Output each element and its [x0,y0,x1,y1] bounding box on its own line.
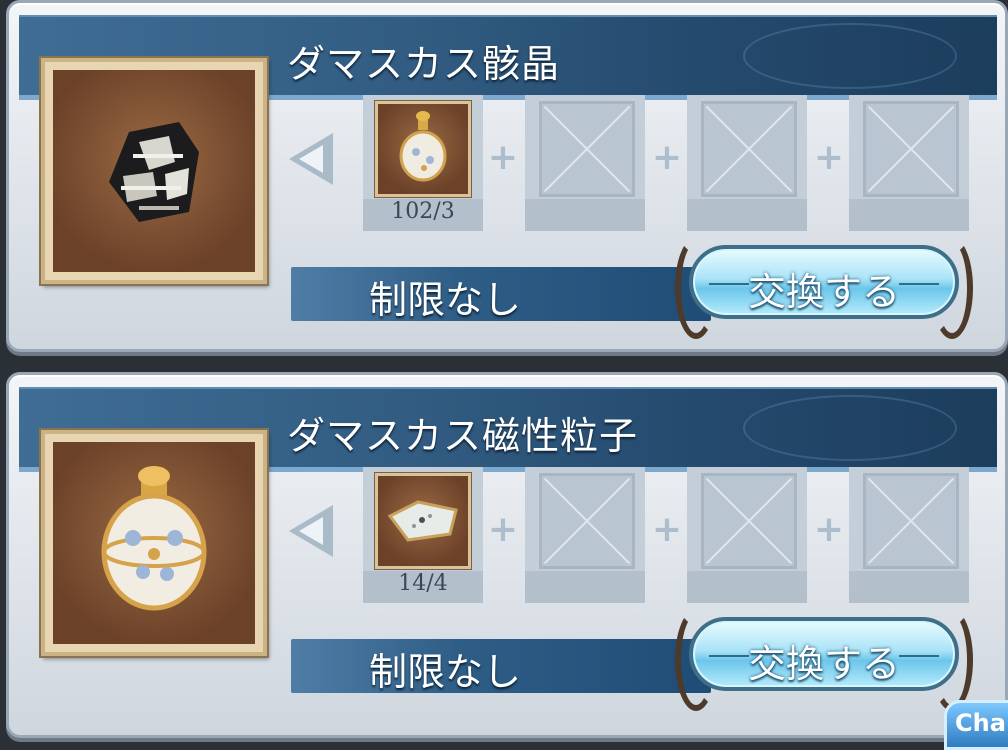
damascus-grain-icon [53,442,255,644]
damascus-crystal-icon [53,70,255,272]
limit-label: 制限なし [369,278,522,322]
damascus-grain-icon [399,111,447,182]
limit-label: 制限なし [369,650,522,694]
spectral-dust-icon [387,500,458,542]
empty-slot-icon [863,473,959,569]
plus-icon: + [813,137,845,178]
exchange-card: ダマスカス骸晶 102/3 + + + 制限なし 交換する [6,0,1008,352]
item-title: ダマスカス磁性粒子 [287,414,639,458]
plus-icon: + [651,137,683,178]
ingredient-count: 14/4 [398,571,448,596]
arrow-left-icon [289,505,333,557]
exchange-label: 交換する [747,270,900,314]
exchange-card: ダマスカス磁性粒子 14/4 + + + 制限なし 交換する [6,372,1008,738]
reward-item[interactable] [41,58,267,284]
plus-icon: + [651,509,683,550]
ingredients-strip: 14/4 + + + [271,467,991,603]
empty-slot-icon [701,473,797,569]
plus-icon: + [813,509,845,550]
ingredient-count: 102/3 [391,199,455,224]
plus-icon: + [487,509,519,550]
empty-slot-icon [539,101,635,197]
plus-icon: + [487,137,519,178]
chat-tab[interactable]: Cha [944,700,1008,750]
empty-slot-icon [701,101,797,197]
empty-slot-icon [539,473,635,569]
ingredient-slot[interactable] [375,473,471,569]
item-title: ダマスカス骸晶 [287,42,561,86]
arrow-left-icon [289,133,333,185]
exchange-button[interactable]: 交換する [669,607,979,711]
empty-slot-icon [863,101,959,197]
exchange-button[interactable]: 交換する [669,235,979,339]
ingredient-slot[interactable] [375,101,471,197]
reward-item[interactable] [41,430,267,656]
exchange-label: 交換する [747,642,900,686]
ingredients-strip: 102/3 + + + [271,95,991,231]
